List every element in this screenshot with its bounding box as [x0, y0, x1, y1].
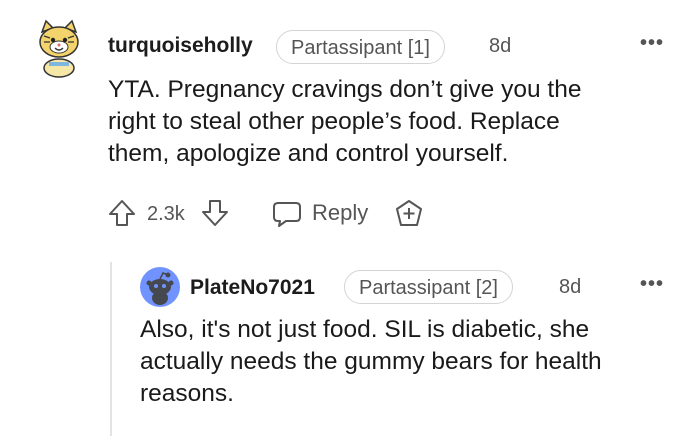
comment-body-line: YTA. Pregnancy cravings don’t give you t… [108, 76, 582, 103]
reply-user-flair: Partassipant [2] [344, 270, 513, 304]
reply-body-line: Also, it's not just food. SIL is diabeti… [140, 316, 590, 343]
comment-username[interactable]: turquoiseholly [108, 34, 253, 58]
award-add-icon [396, 200, 422, 226]
reply-more-options-icon[interactable]: ••• [640, 273, 664, 296]
reply-age[interactable]: 8d [559, 276, 581, 299]
snoo-avatar-icon [39, 19, 79, 78]
comment-body-line: them, apologize and control yourself. [108, 140, 509, 167]
downvote-arrow-icon [202, 200, 228, 226]
user-avatar[interactable] [34, 18, 84, 78]
downvote-button[interactable] [200, 198, 230, 228]
award-button[interactable] [393, 198, 425, 230]
upvote-arrow-icon [109, 200, 135, 226]
reply-body: Also, it's not just food. SIL is diabeti… [140, 314, 690, 410]
comment-user-flair: Partassipant [1] [276, 30, 445, 64]
snoo-avatar-icon [140, 267, 180, 307]
reply-body-line: actually needs the gummy bears for healt… [140, 348, 602, 375]
upvote-button[interactable] [107, 198, 137, 228]
comment-body: YTA. Pregnancy cravings don’t give you t… [108, 74, 688, 170]
thread-line[interactable] [110, 262, 112, 436]
comment-bubble-icon [273, 202, 301, 227]
comment-more-options-icon[interactable]: ••• [640, 32, 664, 55]
vote-count: 2.3k [147, 203, 185, 225]
reply-username[interactable]: PlateNo7021 [190, 276, 315, 300]
reply-avatar[interactable] [140, 267, 180, 307]
reply-button[interactable]: Reply [272, 198, 372, 230]
reply-label: Reply [312, 200, 369, 225]
reply-body-line: reasons. [140, 380, 234, 407]
comment-age[interactable]: 8d [489, 35, 511, 58]
comment-body-line: right to steal other people’s food. Repl… [108, 108, 560, 135]
